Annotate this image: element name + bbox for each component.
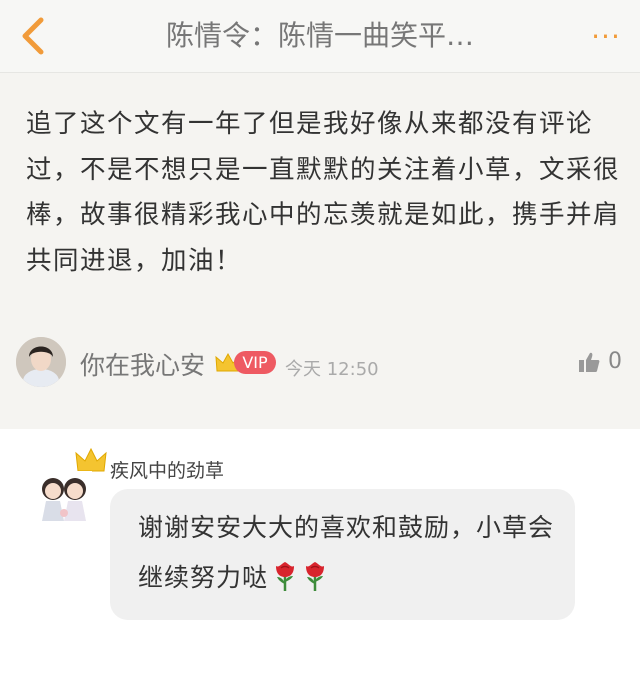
reply-section: 疾风中的劲草 谢谢安安大大的喜欢和鼓励，小草会继续努力哒 bbox=[0, 429, 640, 673]
timestamp: 今天 12:50 bbox=[285, 359, 379, 380]
reply-text-container: 谢谢安安大大的喜欢和鼓励，小草会继续努力哒 bbox=[138, 503, 558, 603]
author-name[interactable]: 你在我心安 bbox=[80, 346, 205, 382]
comment-card: 追了这个文有一年了但是我好像从来都没有评论过，不是不想只是一直默默的关注着小草，… bbox=[0, 73, 640, 429]
user-avatar-image bbox=[16, 337, 66, 387]
more-button[interactable]: ··· bbox=[586, 18, 626, 54]
page-title: 陈情令：陈情一曲笑平… bbox=[165, 19, 474, 52]
reply-avatar[interactable] bbox=[36, 471, 92, 527]
rose-icon bbox=[276, 562, 295, 591]
rose-icon bbox=[306, 562, 325, 591]
more-dots-icon: ··· bbox=[591, 19, 621, 53]
reply-text: 谢谢安安大大的喜欢和鼓励，小草会继续努力哒 bbox=[138, 513, 555, 592]
like-count: 0 bbox=[608, 349, 622, 374]
vip-badge: VIP bbox=[234, 351, 276, 374]
chevron-left-icon bbox=[22, 17, 44, 55]
reply-bubble: 谢谢安安大大的喜欢和鼓励，小草会继续努力哒 bbox=[110, 489, 575, 620]
like-button[interactable]: 0 bbox=[578, 349, 622, 374]
comment-text: 追了这个文有一年了但是我好像从来都没有评论过，不是不想只是一直默默的关注着小草，… bbox=[26, 109, 621, 276]
avatar[interactable] bbox=[16, 337, 66, 387]
chibi-avatar-image bbox=[36, 471, 92, 527]
top-bar: 陈情令：陈情一曲笑平… ··· bbox=[0, 0, 640, 73]
reply-author-name[interactable]: 疾风中的劲草 bbox=[110, 456, 224, 483]
back-button[interactable] bbox=[10, 14, 54, 58]
thumbs-up-icon bbox=[579, 352, 600, 372]
